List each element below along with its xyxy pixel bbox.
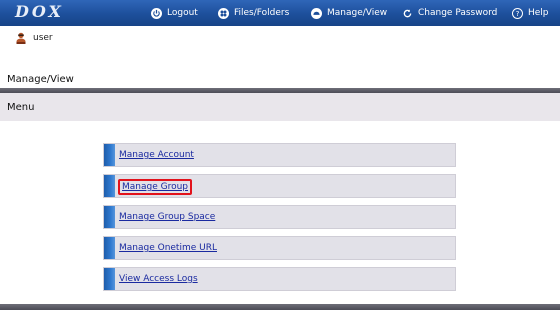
svg-text:?: ? [516, 9, 520, 18]
menu-list: Manage Account Manage Group Manage Group… [103, 143, 456, 298]
current-user: user [15, 32, 53, 44]
manage-view-icon [311, 7, 322, 19]
nav-files-folders[interactable]: Files/Folders [218, 6, 289, 20]
menu-item-accent-bar [104, 144, 115, 166]
menu-item-accent-bar [104, 268, 115, 290]
app-logo: DOX [15, 2, 64, 21]
menu-item-accent-bar [104, 206, 115, 228]
menu-item-manage-onetime-url[interactable]: Manage Onetime URL [103, 236, 456, 260]
manage-onetime-url-link[interactable]: Manage Onetime URL [119, 243, 217, 253]
manage-group-link[interactable]: Manage Group [118, 179, 193, 195]
menu-item-manage-account[interactable]: Manage Account [103, 143, 456, 167]
menu-item-manage-group[interactable]: Manage Group [103, 174, 456, 198]
nav-logout-label: Logout [167, 8, 198, 18]
page-title: Manage/View [7, 74, 74, 85]
menu-item-manage-group-space[interactable]: Manage Group Space [103, 205, 456, 229]
user-avatar-icon [16, 32, 26, 44]
nav-manage-view-label: Manage/View [327, 8, 388, 18]
menu-item-accent-bar [104, 237, 115, 259]
menu-header: Menu [0, 93, 560, 121]
files-folders-icon [218, 7, 229, 19]
nav-change-password[interactable]: Change Password [402, 6, 497, 20]
nav-help-label: Help [528, 8, 549, 18]
menu-item-accent-bar [104, 175, 115, 197]
menu-item-view-access-logs[interactable]: View Access Logs [103, 267, 456, 291]
nav-files-folders-label: Files/Folders [234, 8, 290, 18]
user-name: user [33, 33, 53, 43]
top-navigation-bar: DOX Logout Files/Folders Manage/View Cha… [0, 0, 560, 26]
logout-icon [151, 7, 162, 19]
nav-change-password-label: Change Password [418, 8, 498, 18]
nav-manage-view[interactable]: Manage/View [311, 6, 387, 20]
help-icon: ? [512, 7, 523, 19]
view-access-logs-link[interactable]: View Access Logs [119, 274, 198, 284]
nav-logout[interactable]: Logout [151, 6, 198, 20]
manage-group-space-link[interactable]: Manage Group Space [119, 212, 215, 222]
change-password-icon [402, 8, 413, 19]
nav-help[interactable]: ? Help [512, 6, 549, 20]
footer-divider [0, 304, 560, 310]
manage-account-link[interactable]: Manage Account [119, 150, 194, 160]
